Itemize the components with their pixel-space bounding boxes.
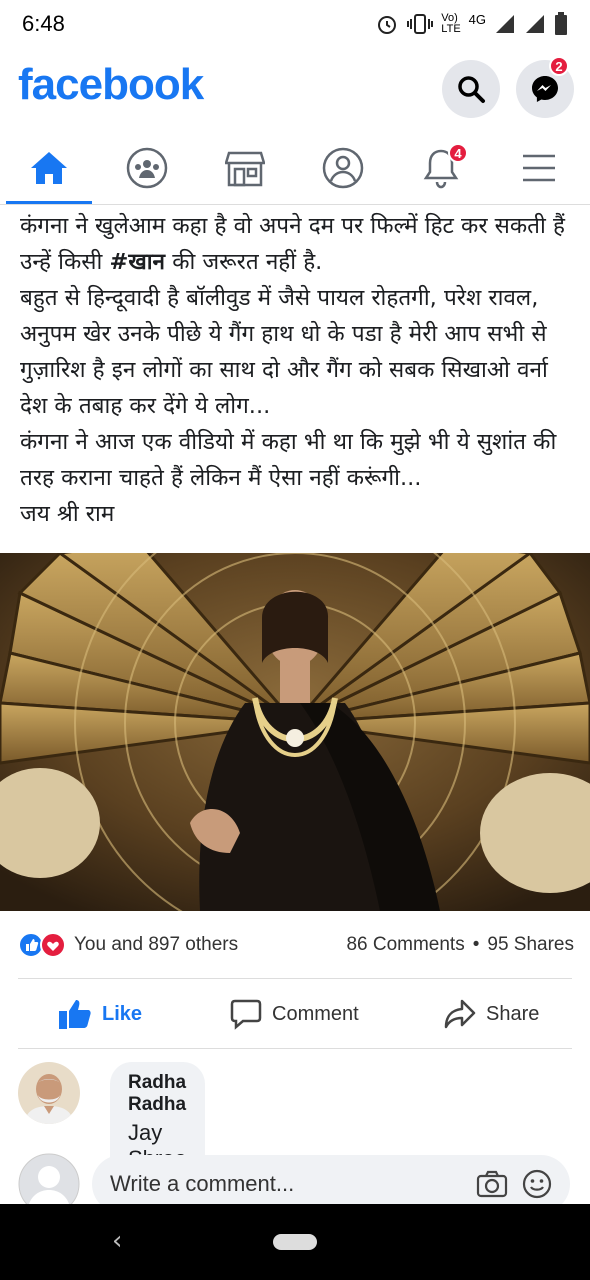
search-icon bbox=[458, 76, 485, 103]
dot-separator: • bbox=[472, 934, 480, 955]
tab-groups[interactable] bbox=[98, 135, 196, 201]
home-pill[interactable] bbox=[273, 1234, 317, 1250]
post-paragraph-2: बहुत से हिन्दूवादी है बॉलीवुड में जैसे प… bbox=[20, 285, 555, 419]
tab-menu[interactable] bbox=[490, 135, 588, 201]
status-bar: 6:48 Vo) LTE 4G bbox=[0, 0, 590, 48]
share-button[interactable]: Share bbox=[444, 999, 539, 1029]
reactions-count[interactable]: You and 897 others bbox=[74, 934, 238, 956]
notifications-badge: 4 bbox=[448, 143, 468, 163]
comment-input-placeholder[interactable]: Write a comment... bbox=[110, 1171, 294, 1197]
comment-button[interactable]: Comment bbox=[230, 998, 359, 1030]
home-icon bbox=[31, 152, 67, 184]
volte-indicator: Vo) LTE bbox=[441, 12, 461, 35]
divider bbox=[18, 978, 572, 979]
signal-icon-2 bbox=[526, 15, 544, 33]
reactions-summary: You and 897 others 86 Comments • 95 Shar… bbox=[18, 928, 574, 962]
tab-notifications[interactable]: 4 bbox=[392, 135, 490, 201]
post-image[interactable] bbox=[0, 553, 590, 911]
messenger-icon bbox=[532, 76, 558, 102]
comments-count[interactable]: 86 Comments bbox=[346, 934, 464, 956]
signal-icon bbox=[496, 15, 514, 33]
system-nav-bar: ‹ bbox=[0, 1204, 590, 1280]
facebook-logo[interactable]: facebook bbox=[18, 60, 204, 110]
engagement-counts: 86 Comments • 95 Shares bbox=[346, 934, 574, 956]
shares-count[interactable]: 95 Shares bbox=[487, 934, 574, 956]
network-type: 4G bbox=[468, 12, 486, 27]
comment-label: Comment bbox=[272, 1002, 359, 1025]
like-label: Like bbox=[102, 1002, 143, 1025]
commenter-photo bbox=[18, 1062, 80, 1124]
tab-profile[interactable] bbox=[294, 135, 392, 201]
search-button[interactable] bbox=[442, 60, 500, 118]
post-actions: Like Comment Share bbox=[0, 982, 590, 1046]
vibrate-icon bbox=[407, 14, 434, 34]
composer-icons bbox=[476, 1169, 552, 1199]
divider bbox=[18, 1048, 572, 1049]
status-time: 6:48 bbox=[22, 11, 65, 36]
tab-marketplace[interactable] bbox=[196, 135, 294, 201]
love-reaction-icon bbox=[40, 932, 66, 958]
like-button[interactable]: Like bbox=[58, 998, 142, 1030]
messenger-button[interactable]: 2 bbox=[516, 56, 574, 118]
comment-author[interactable]: Radha Radha bbox=[128, 1072, 187, 1116]
comment-icon bbox=[230, 999, 262, 1030]
thumbs-up-icon bbox=[59, 1000, 91, 1029]
post-paragraph-3: कंगना ने आज एक वीडियो में कहा भी था कि म… bbox=[20, 429, 564, 491]
post-photo bbox=[0, 553, 590, 911]
messenger-badge: 2 bbox=[549, 56, 569, 76]
status-icons: Vo) LTE 4G bbox=[375, 12, 568, 36]
post-paragraph-1: कंगना ने खुलेआम कहा है वो अपने दम पर फिल… bbox=[20, 213, 573, 275]
comment-item: Radha Radha Jay Shree Ram bbox=[18, 1062, 205, 1208]
share-icon bbox=[444, 999, 476, 1029]
tab-home[interactable] bbox=[0, 135, 98, 204]
emoji-icon[interactable] bbox=[522, 1169, 552, 1199]
camera-icon[interactable] bbox=[476, 1170, 508, 1198]
alarm-icon bbox=[378, 16, 397, 34]
battery-icon bbox=[555, 12, 567, 35]
share-label: Share bbox=[486, 1002, 540, 1025]
groups-icon bbox=[126, 147, 168, 189]
avatar[interactable] bbox=[18, 1062, 80, 1124]
app-header: facebook 2 bbox=[0, 52, 590, 132]
hashtag-link[interactable]: #खान bbox=[109, 249, 165, 275]
menu-icon bbox=[523, 154, 555, 182]
tab-bar: 4 bbox=[0, 135, 590, 205]
post-paragraph-4: जय श्री राम bbox=[20, 501, 115, 527]
profile-icon bbox=[322, 147, 364, 189]
marketplace-icon bbox=[225, 151, 265, 187]
post-text: कंगना ने खुलेआम कहा है वो अपने दम पर फिल… bbox=[20, 208, 576, 532]
back-icon[interactable]: ‹ bbox=[112, 1226, 122, 1256]
